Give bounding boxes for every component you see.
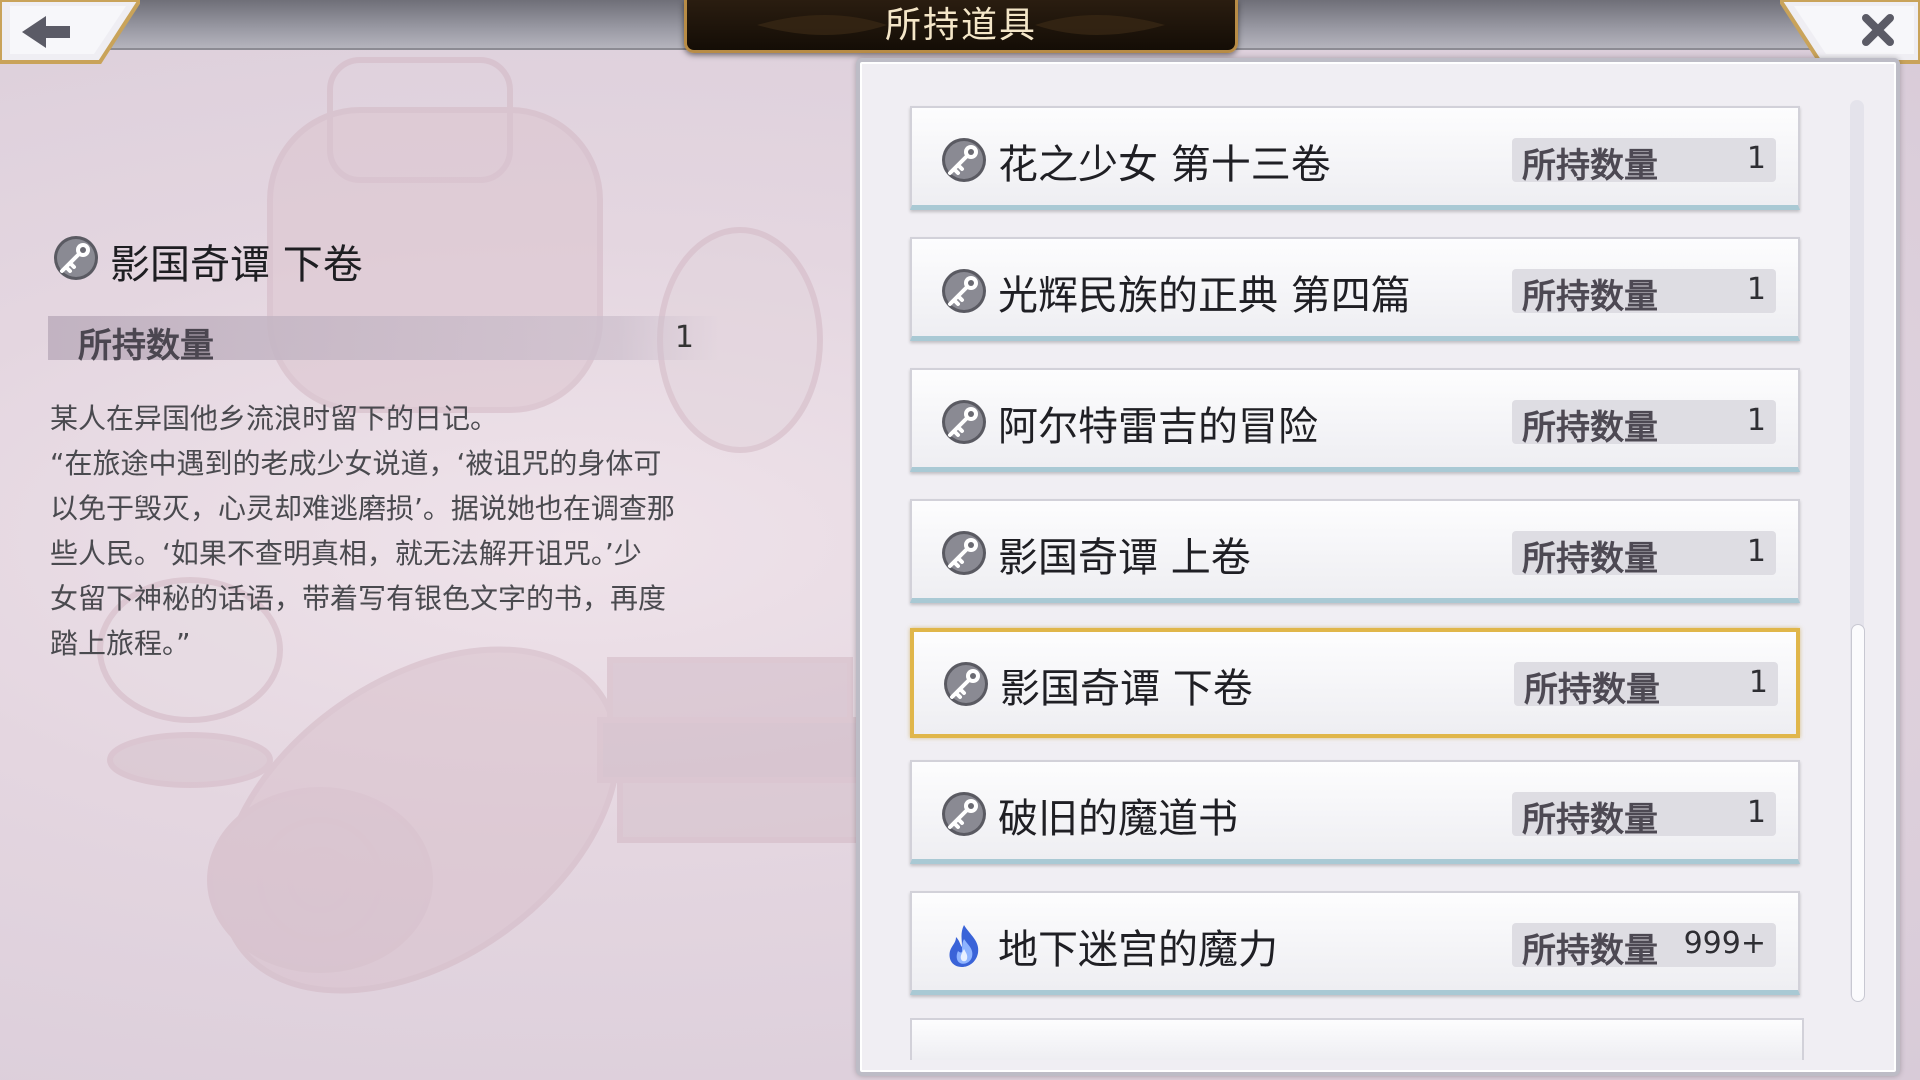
- quantity-box: 所持数量 1: [1512, 531, 1776, 579]
- quantity-value: 1: [1746, 534, 1766, 569]
- quantity-value: 1: [1746, 272, 1766, 307]
- item-name: 光辉民族的正典 第四篇: [998, 273, 1411, 319]
- key-icon: [944, 662, 988, 706]
- item-name: 花之少女 第十三卷: [998, 142, 1331, 188]
- quantity-label: 所持数量: [1522, 277, 1658, 317]
- item-name: 影国奇谭 上卷: [998, 535, 1251, 581]
- item-name: 阿尔特雷吉的冒险: [998, 404, 1318, 450]
- arrow-left-icon: [0, 0, 143, 64]
- quantity-value: 1: [1746, 403, 1766, 438]
- key-icon: [942, 531, 986, 575]
- description-line: 女留下神秘的话语，带着写有银色文字的书，再度: [50, 582, 667, 615]
- key-icon: [942, 269, 986, 313]
- quantity-box: 所持数量 1: [1512, 792, 1776, 840]
- item-name: 地下迷宫的魔力: [998, 927, 1278, 973]
- key-icon: [942, 792, 986, 836]
- selected-item-name: 影国奇谭 下卷: [110, 242, 363, 288]
- quantity-label: 所持数量: [1522, 539, 1658, 579]
- scrollbar-thumb[interactable]: [1851, 624, 1865, 1002]
- description-line: 踏上旅程。”: [50, 627, 191, 660]
- quantity-label: 所持数量: [78, 326, 214, 366]
- key-icon: [942, 138, 986, 182]
- close-icon: [1777, 0, 1920, 64]
- description-line: 某人在异国他乡流浪时留下的日记。: [50, 402, 499, 435]
- quantity-value: 1: [1746, 795, 1766, 830]
- quantity-label: 所持数量: [1522, 931, 1658, 971]
- close-button[interactable]: [1777, 0, 1920, 64]
- quantity-value: 1: [1748, 665, 1768, 700]
- quantity-box: 所持数量 1: [1512, 138, 1776, 186]
- item-row[interactable]: 影国奇谭 上卷 所持数量 1: [910, 499, 1800, 603]
- item-row-selected[interactable]: 影国奇谭 下卷 所持数量 1: [910, 628, 1800, 738]
- item-name: 破旧的魔道书: [998, 796, 1238, 842]
- quantity-box: 所持数量 1: [1512, 269, 1776, 317]
- blue-flame-icon: [949, 925, 979, 967]
- quantity-label: 所持数量: [1522, 408, 1658, 448]
- quantity-value: 999+: [1683, 926, 1766, 961]
- quantity-label: 所持数量: [1522, 146, 1658, 186]
- item-name: 影国奇谭 下卷: [1000, 666, 1253, 712]
- item-row[interactable]: 花之少女 第十三卷 所持数量 1: [910, 106, 1800, 210]
- quantity-box: 所持数量 999+: [1512, 923, 1776, 971]
- key-icon: [942, 400, 986, 444]
- quantity-label: 所持数量: [1524, 670, 1660, 710]
- quantity-value: 1: [674, 320, 694, 355]
- item-row[interactable]: 阿尔特雷吉的冒险 所持数量 1: [910, 368, 1800, 472]
- title-plate: 所持道具: [684, 0, 1238, 53]
- item-row-partial[interactable]: [910, 1018, 1804, 1060]
- back-button[interactable]: [0, 0, 143, 64]
- quantity-value: 1: [1746, 141, 1766, 176]
- description-line: 以免于毁灭，心灵却难逃磨损’。据说她也在调查那: [50, 492, 675, 525]
- item-description: 某人在异国他乡流浪时留下的日记。 “在旅途中遇到的老成少女说道，‘被诅咒的身体可…: [50, 396, 740, 666]
- item-row[interactable]: 光辉民族的正典 第四篇 所持数量 1: [910, 237, 1800, 341]
- item-row[interactable]: 地下迷宫的魔力 所持数量 999+: [910, 891, 1800, 995]
- description-line: “在旅途中遇到的老成少女说道，‘被诅咒的身体可: [50, 447, 662, 480]
- quantity-box: 所持数量 1: [1512, 400, 1776, 448]
- quantity-box: 所持数量 1: [1514, 662, 1778, 710]
- item-row[interactable]: 破旧的魔道书 所持数量 1: [910, 760, 1800, 864]
- key-icon: [54, 236, 98, 280]
- page-title: 所持道具: [884, 5, 1037, 46]
- detail-quantity-bar: 所持数量 1: [48, 316, 720, 366]
- quantity-label: 所持数量: [1522, 800, 1658, 840]
- description-line: 些人民。‘如果不查明真相，就无法解开诅咒。’少: [50, 537, 642, 570]
